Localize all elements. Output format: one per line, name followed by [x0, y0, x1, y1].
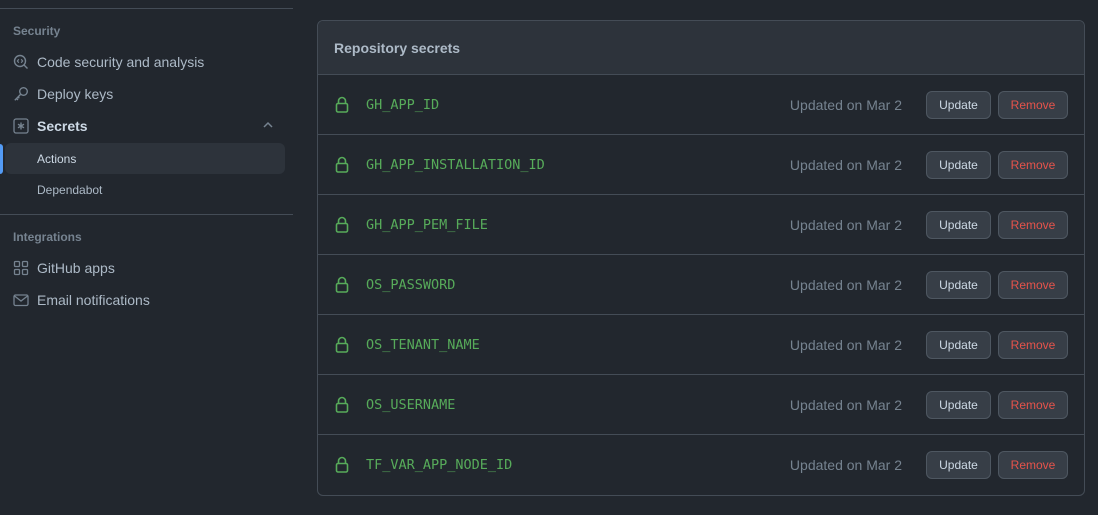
secret-name: GH_APP_PEM_FILE	[366, 216, 488, 233]
sidebar-divider	[0, 8, 293, 9]
secret-updated: Updated on Mar 2	[789, 276, 902, 293]
sidebar-item-github-apps[interactable]: GitHub apps	[5, 252, 285, 284]
secret-row: OS_TENANT_NAME Updated on Mar 2 Update R…	[318, 315, 1084, 375]
update-button[interactable]: Update	[926, 150, 991, 179]
remove-button[interactable]: Remove	[998, 451, 1068, 479]
repository-secrets-panel: Repository secrets GH_APP_ID Updated on …	[317, 20, 1085, 496]
lock-icon	[335, 456, 349, 473]
secret-name: TF_VAR_APP_NODE_ID	[366, 457, 513, 473]
secret-row: GH_APP_INSTALLATION_ID Updated on Mar 2 …	[318, 135, 1084, 195]
lock-icon	[335, 396, 349, 413]
secret-name: GH_APP_INSTALLATION_ID	[366, 156, 545, 173]
lock-icon	[335, 276, 349, 293]
remove-button[interactable]: Remove	[998, 210, 1068, 239]
sidebar-item-label: Code security and analysis	[37, 54, 205, 70]
remove-button[interactable]: Remove	[998, 330, 1068, 359]
sidebar-item-email-notifications[interactable]: Email notifications	[5, 284, 285, 316]
asterisk-box-icon	[12, 117, 30, 135]
sidebar-item-secrets[interactable]: Secrets	[5, 110, 285, 142]
security-heading: Security	[13, 24, 61, 38]
integrations-heading: Integrations	[13, 230, 82, 244]
update-button[interactable]: Update	[926, 210, 991, 239]
secret-name: OS_USERNAME	[366, 396, 456, 413]
secret-row: GH_APP_PEM_FILE Updated on Mar 2 Update …	[318, 195, 1084, 255]
remove-button[interactable]: Remove	[998, 90, 1068, 119]
secret-name: GH_APP_ID	[366, 96, 440, 113]
secret-updated: Updated on Mar 2	[789, 336, 902, 353]
update-button[interactable]: Update	[926, 330, 991, 359]
remove-button[interactable]: Remove	[998, 390, 1068, 419]
key-icon	[12, 85, 30, 103]
remove-button[interactable]: Remove	[998, 270, 1068, 299]
mail-icon	[12, 291, 30, 309]
secret-row: OS_USERNAME Updated on Mar 2 Update Remo…	[318, 375, 1084, 435]
sidebar-subitem-label: Actions	[37, 151, 77, 166]
secret-updated: Updated on Mar 2	[789, 216, 902, 233]
sidebar-item-deploy-keys[interactable]: Deploy keys	[5, 78, 285, 110]
update-button[interactable]: Update	[926, 451, 991, 479]
secret-row: GH_APP_ID Updated on Mar 2 Update Remove	[318, 75, 1084, 135]
lock-icon	[335, 336, 349, 353]
secret-name: OS_TENANT_NAME	[366, 336, 480, 353]
sidebar-item-code-security[interactable]: Code security and analysis	[5, 46, 285, 78]
codescan-icon	[12, 53, 30, 71]
active-indicator	[0, 144, 3, 174]
secret-updated: Updated on Mar 2	[789, 96, 902, 113]
secret-row: OS_PASSWORD Updated on Mar 2 Update Remo…	[318, 255, 1084, 315]
sidebar-item-label: Email notifications	[37, 292, 150, 308]
chevron-up-icon[interactable]	[261, 118, 275, 135]
update-button[interactable]: Update	[926, 90, 991, 119]
sidebar-subitem-dependabot[interactable]: Dependabot	[5, 174, 285, 205]
lock-icon	[335, 216, 349, 233]
secret-name: OS_PASSWORD	[366, 276, 456, 293]
sidebar-item-label: GitHub apps	[37, 260, 115, 276]
sidebar-subitem-label: Dependabot	[37, 182, 103, 197]
sidebar-item-label: Deploy keys	[37, 86, 114, 102]
lock-icon	[335, 156, 349, 173]
secret-updated: Updated on Mar 2	[789, 457, 902, 473]
sidebar-subitem-actions[interactable]: Actions	[5, 143, 285, 174]
secret-updated: Updated on Mar 2	[789, 396, 902, 413]
lock-icon	[335, 96, 349, 113]
sidebar-item-label: Secrets	[37, 118, 88, 134]
apps-icon	[12, 259, 30, 277]
update-button[interactable]: Update	[926, 390, 991, 419]
secret-row: TF_VAR_APP_NODE_ID Updated on Mar 2 Upda…	[318, 435, 1084, 495]
remove-button[interactable]: Remove	[998, 150, 1068, 179]
panel-title: Repository secrets	[318, 21, 1084, 75]
secret-updated: Updated on Mar 2	[789, 156, 902, 173]
sidebar-divider	[0, 214, 293, 215]
settings-sidebar: Security Code security and analysis Depl…	[0, 0, 293, 515]
update-button[interactable]: Update	[926, 270, 991, 299]
secret-list: GH_APP_ID Updated on Mar 2 Update Remove…	[318, 75, 1084, 495]
